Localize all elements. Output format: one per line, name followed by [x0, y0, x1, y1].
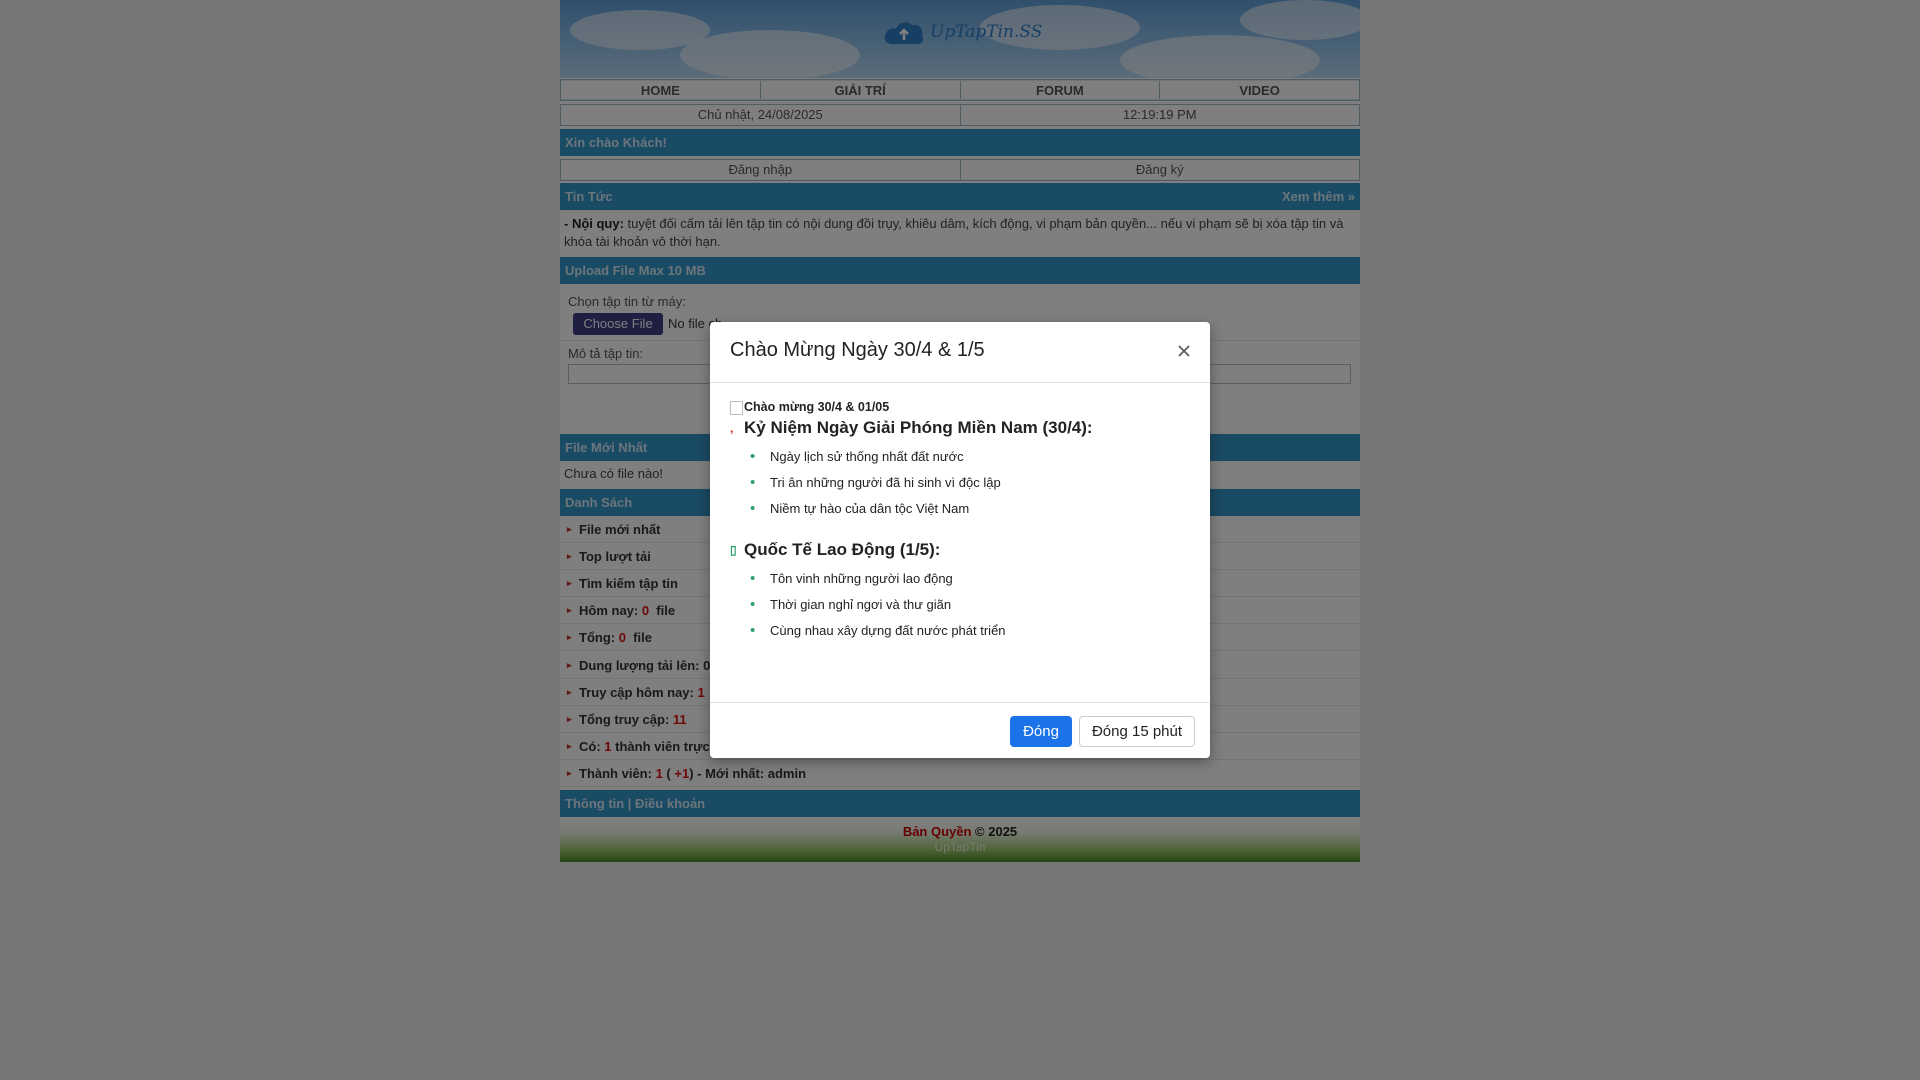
close-icon[interactable] [1173, 340, 1195, 362]
bullet-icon: • [750, 500, 756, 517]
section2-list: • Tôn vinh những người lao động • Thời gia… [730, 570, 1190, 648]
list-item-text: Tri ân những người đã hi sinh vì độc lập [770, 475, 1001, 490]
worker-icon: ▯ [730, 543, 737, 557]
broken-image-icon [730, 401, 743, 415]
list-item-text: Ngày lịch sử thống nhất đất nước [770, 449, 964, 464]
flag-icon: ‚ [730, 421, 734, 435]
modal-body: Chào mừng 30/4 & 01/05 ‚ Kỷ Niệm Ngày Gi… [730, 400, 1190, 648]
list-item: • Thời gian nghỉ ngơi và thư giãn [730, 596, 1190, 622]
list-item: • Tôn vinh những người lao động [730, 570, 1190, 596]
close-button[interactable]: Đóng [1010, 716, 1072, 747]
bullet-icon: • [750, 474, 756, 491]
modal-title: Chào Mừng Ngày 30/4 & 1/5 [730, 339, 985, 361]
section-heading-1-5: ▯ Quốc Tế Lao Động (1/5): [730, 540, 1190, 560]
list-item: • Ngày lịch sử thống nhất đất nước [730, 448, 1190, 474]
welcome-modal: Chào Mừng Ngày 30/4 & 1/5 Chào mừng 30/4… [710, 322, 1210, 758]
list-item: • Tri ân những người đã hi sinh vì độc lậ… [730, 474, 1190, 500]
modal-footer: Đóng Đóng 15 phút [710, 702, 1210, 759]
list-item-text: Cùng nhau xây dựng đất nước phát triển [770, 623, 1006, 638]
modal-header: Chào Mừng Ngày 30/4 & 1/5 [710, 322, 1210, 383]
section1-list: • Ngày lịch sử thống nhất đất nước • Tri â… [730, 448, 1190, 526]
banner-image: Chào mừng 30/4 & 01/05 [730, 400, 1190, 415]
banner-image-alt: Chào mừng 30/4 & 01/05 [744, 400, 890, 414]
list-item-text: Thời gian nghỉ ngơi và thư giãn [770, 597, 952, 612]
bullet-icon: • [750, 570, 756, 587]
close-15-min-button[interactable]: Đóng 15 phút [1079, 716, 1195, 747]
section-heading-30-4: ‚ Kỷ Niệm Ngày Giải Phóng Miền Nam (30/4… [730, 418, 1190, 438]
list-item-text: Niềm tự hào của dân tộc Việt Nam [770, 501, 970, 516]
section2-heading-text: Quốc Tế Lao Động (1/5): [744, 540, 941, 559]
list-item: • Cùng nhau xây dựng đất nước phát triển [730, 622, 1190, 648]
bullet-icon: • [750, 622, 756, 639]
bullet-icon: • [750, 596, 756, 613]
list-item-text: Tôn vinh những người lao động [770, 571, 953, 586]
list-item: • Niềm tự hào của dân tộc Việt Nam [730, 500, 1190, 526]
bullet-icon: • [750, 448, 756, 465]
section1-heading-text: Kỷ Niệm Ngày Giải Phóng Miền Nam (30/4): [744, 418, 1093, 437]
